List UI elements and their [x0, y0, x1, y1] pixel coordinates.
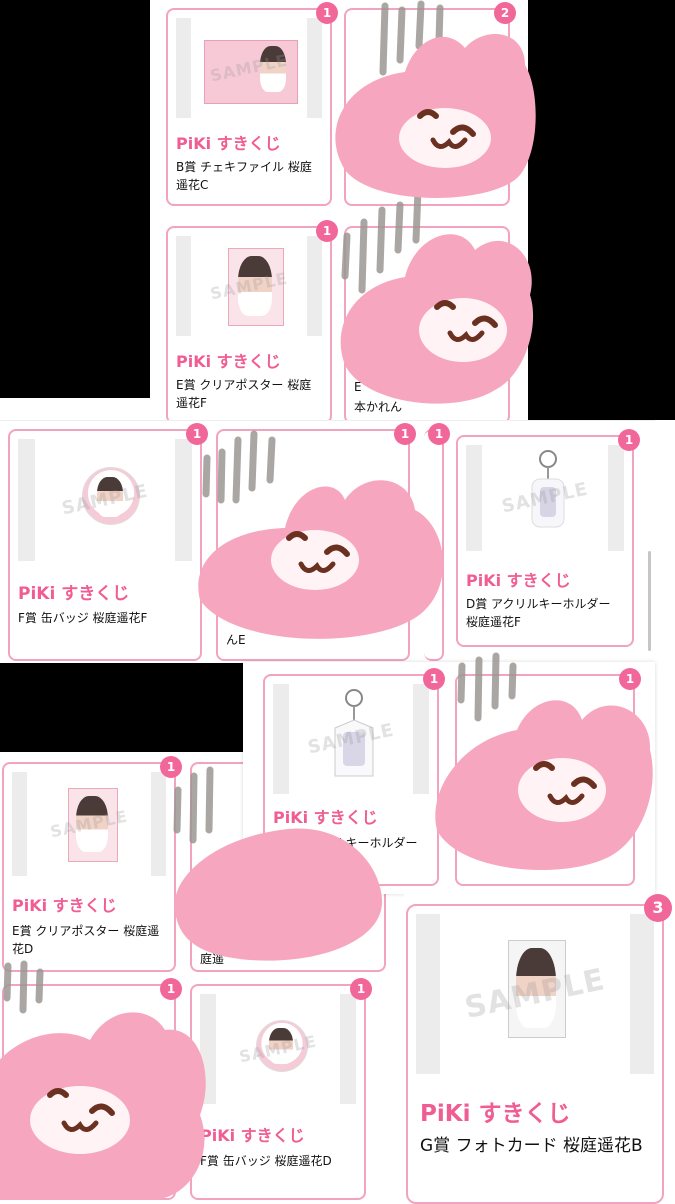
bunny-sticker [340, 234, 534, 404]
bunny-sticker [0, 1012, 206, 1200]
bunny-sticker [198, 480, 444, 639]
bunny-sticker [174, 828, 383, 961]
bunny-sticker [435, 700, 653, 870]
bunny-sticker [335, 33, 536, 199]
